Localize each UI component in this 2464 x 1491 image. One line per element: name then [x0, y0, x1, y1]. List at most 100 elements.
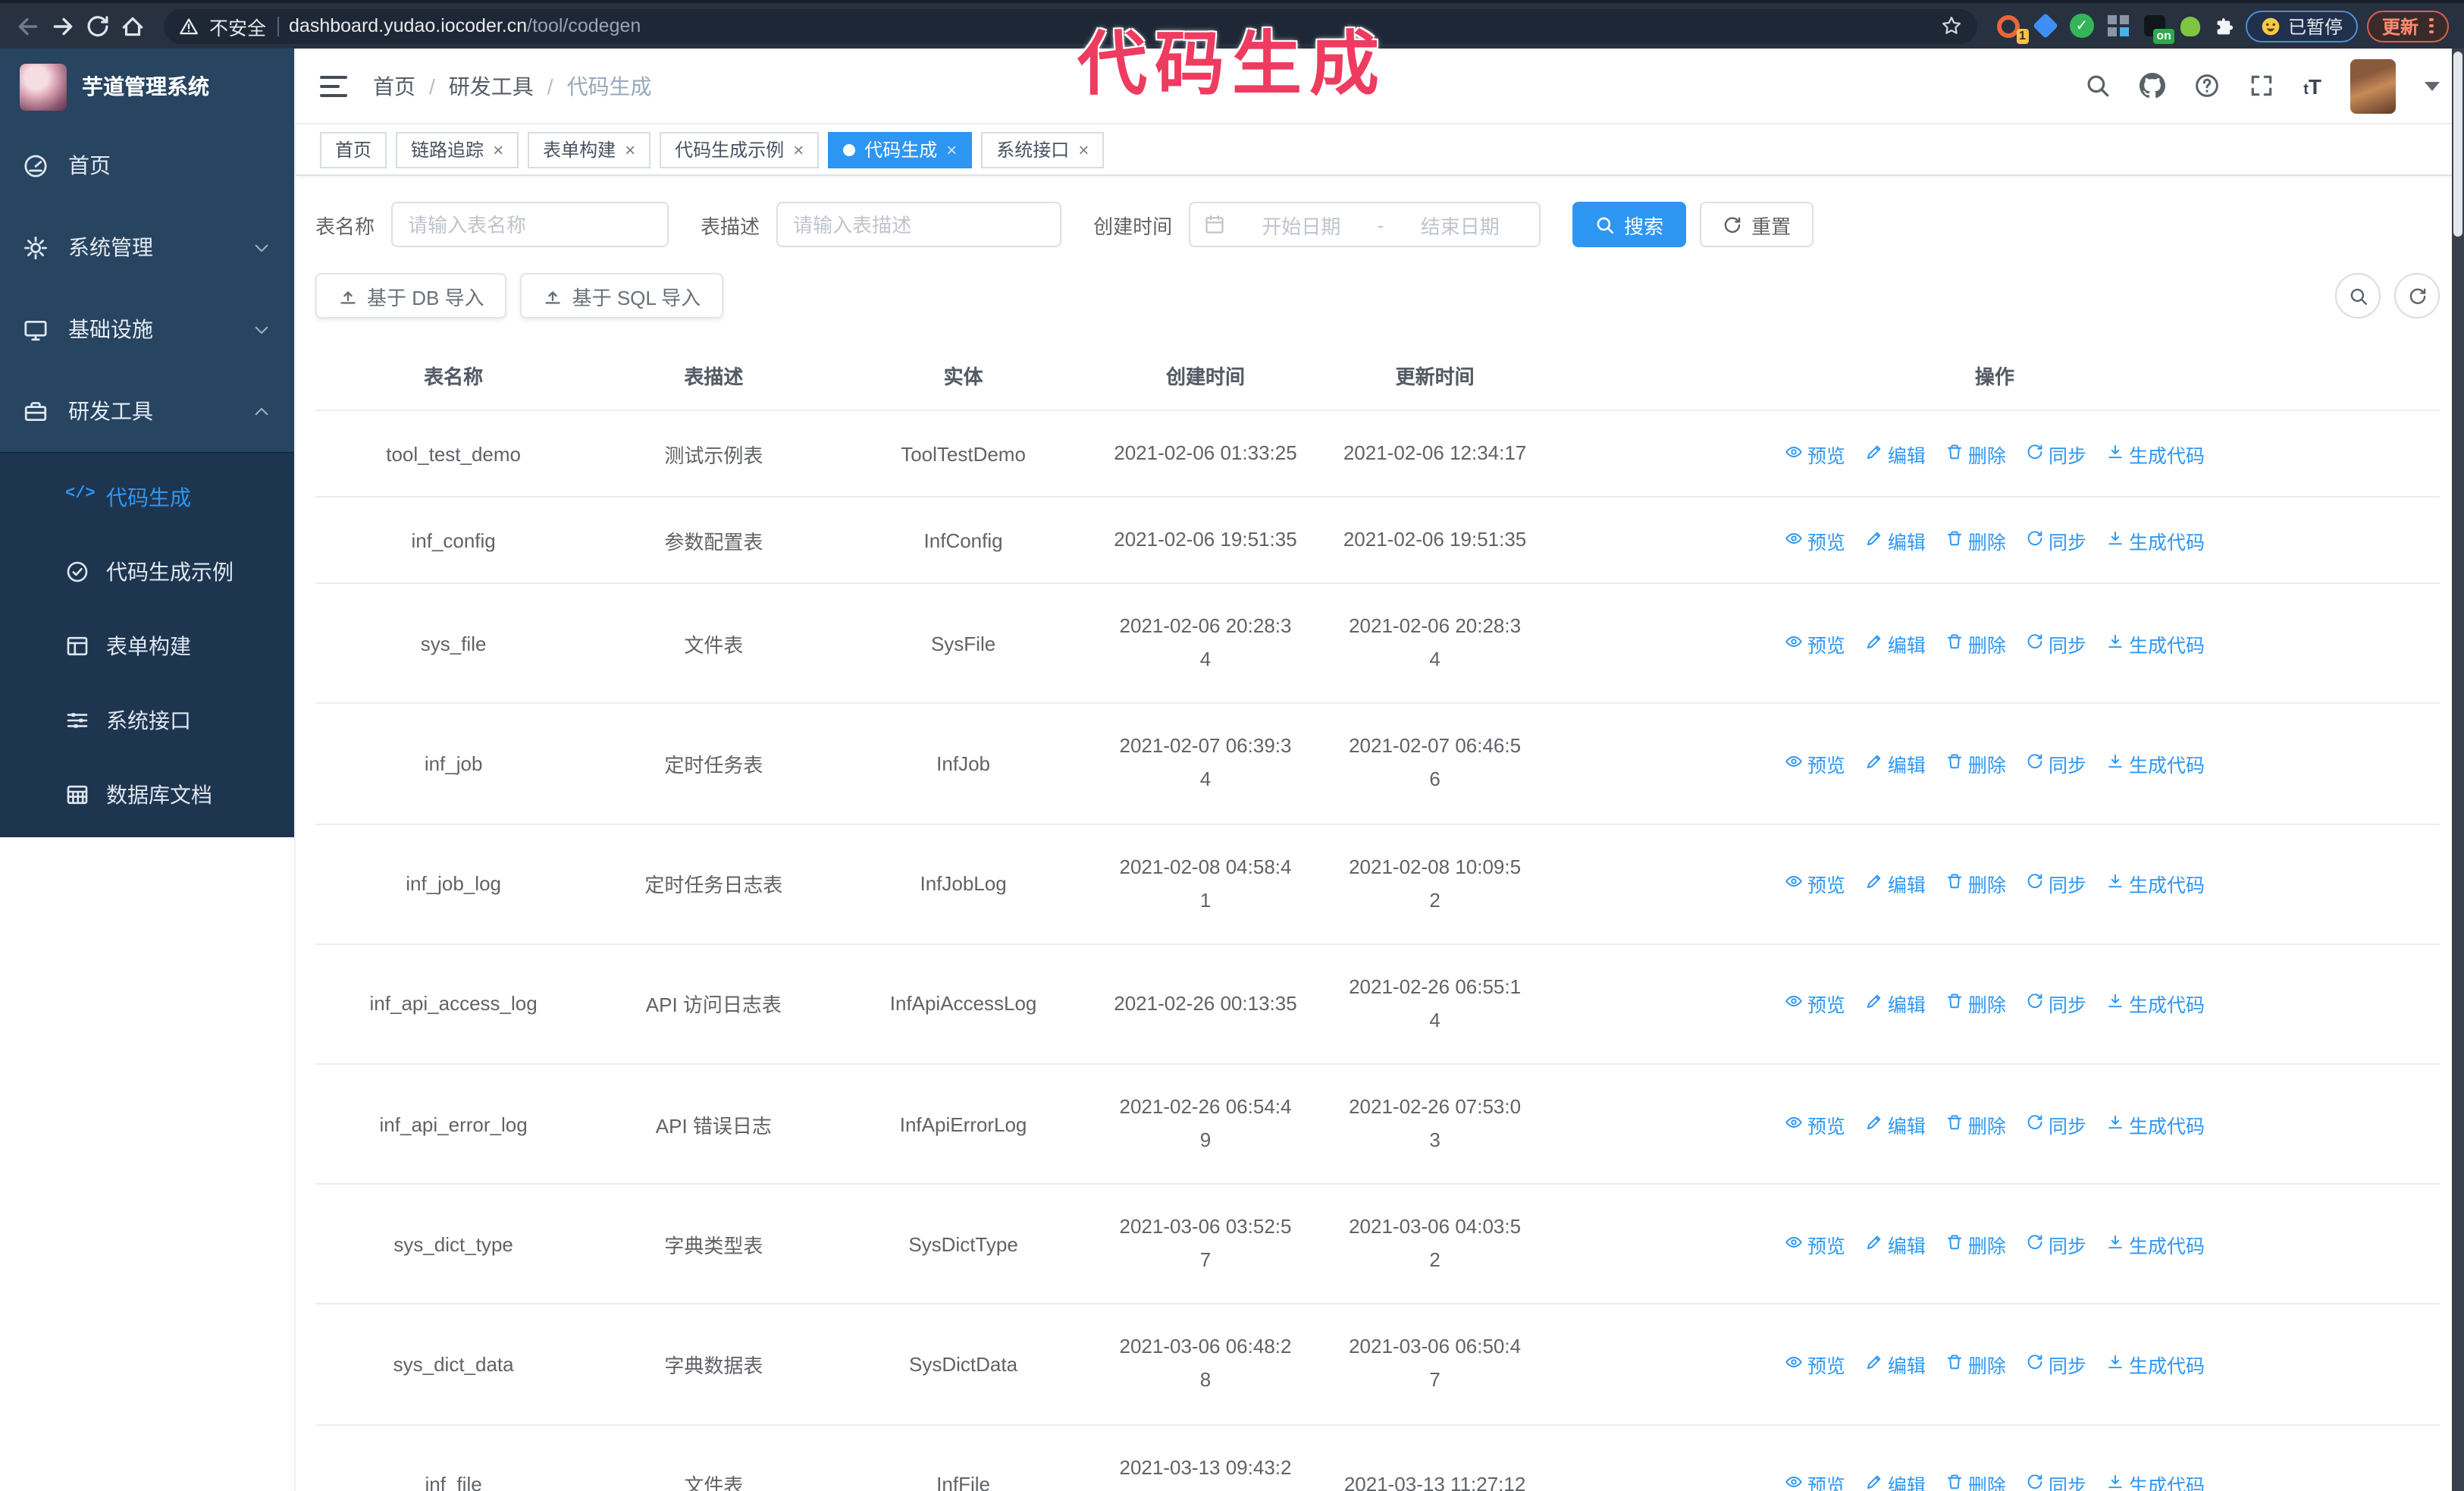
tab-2[interactable]: 表单构建 ×: [528, 131, 651, 168]
generate-code-link[interactable]: 生成代码: [2106, 1229, 2205, 1258]
toggle-search-button[interactable]: [2335, 273, 2381, 319]
user-menu-caret-icon[interactable]: [2425, 81, 2440, 90]
update-button[interactable]: 更新: [2366, 10, 2449, 42]
sync-link[interactable]: 同步: [2026, 629, 2086, 658]
table-desc-input[interactable]: [776, 202, 1062, 247]
delete-link[interactable]: 删除: [1945, 1470, 2006, 1491]
preview-link[interactable]: 预览: [1785, 869, 1845, 898]
bookmark-star-icon[interactable]: [1941, 15, 1962, 36]
sync-link[interactable]: 同步: [2026, 1470, 2086, 1491]
home-icon[interactable]: [120, 13, 146, 39]
import-sql-button[interactable]: 基于 SQL 导入: [520, 273, 724, 319]
extension-switch-icon[interactable]: on: [2141, 12, 2174, 44]
tab-3[interactable]: 代码生成示例 ×: [660, 131, 820, 168]
delete-link[interactable]: 删除: [1945, 749, 2006, 778]
avatar[interactable]: [2350, 58, 2396, 113]
edit-link[interactable]: 编辑: [1865, 749, 1926, 778]
extension-oclock-icon[interactable]: 1: [1995, 12, 2029, 44]
generate-code-link[interactable]: 生成代码: [2106, 869, 2205, 898]
sync-link[interactable]: 同步: [2026, 1229, 2086, 1258]
tab-close-icon[interactable]: ×: [946, 140, 957, 159]
sync-link[interactable]: 同步: [2026, 990, 2086, 1019]
generate-code-link[interactable]: 生成代码: [2106, 526, 2205, 554]
github-icon[interactable]: [2140, 73, 2166, 99]
breadcrumb-home[interactable]: 首页: [373, 71, 415, 101]
reload-icon[interactable]: [85, 13, 111, 39]
edit-link[interactable]: 编辑: [1865, 1229, 1926, 1258]
generate-code-link[interactable]: 生成代码: [2106, 439, 2205, 468]
tab-1[interactable]: 链路追踪 ×: [396, 131, 519, 168]
sync-link[interactable]: 同步: [2026, 869, 2086, 898]
delete-link[interactable]: 删除: [1945, 1350, 2006, 1379]
preview-link[interactable]: 预览: [1785, 1470, 1845, 1491]
sync-link[interactable]: 同步: [2026, 1110, 2086, 1138]
preview-link[interactable]: 预览: [1785, 439, 1845, 468]
import-db-button[interactable]: 基于 DB 导入: [315, 273, 507, 319]
edit-link[interactable]: 编辑: [1865, 526, 1926, 554]
edit-link[interactable]: 编辑: [1865, 869, 1926, 898]
edit-link[interactable]: 编辑: [1865, 439, 1926, 468]
edit-link[interactable]: 编辑: [1865, 629, 1926, 658]
delete-link[interactable]: 删除: [1945, 1229, 2006, 1258]
edit-link[interactable]: 编辑: [1865, 1350, 1926, 1379]
sync-link[interactable]: 同步: [2026, 1350, 2086, 1379]
sync-link[interactable]: 同步: [2026, 439, 2086, 468]
sidebar-subitem-4[interactable]: 数据库文档: [0, 757, 294, 831]
delete-link[interactable]: 删除: [1945, 526, 2006, 554]
insecure-warning-icon[interactable]: [179, 16, 199, 36]
preview-link[interactable]: 预览: [1785, 1110, 1845, 1138]
delete-link[interactable]: 删除: [1945, 990, 2006, 1019]
sidebar-subitem-0[interactable]: </> 代码生成: [0, 460, 294, 534]
edit-link[interactable]: 编辑: [1865, 990, 1926, 1019]
preview-link[interactable]: 预览: [1785, 526, 1845, 554]
sidebar-item-3[interactable]: 研发工具: [0, 370, 294, 452]
sidebar-subitem-1[interactable]: 代码生成示例: [0, 534, 294, 608]
sync-link[interactable]: 同步: [2026, 526, 2086, 554]
edit-link[interactable]: 编辑: [1865, 1110, 1926, 1138]
delete-link[interactable]: 删除: [1945, 439, 2006, 468]
preview-link[interactable]: 预览: [1785, 990, 1845, 1019]
fullscreen-icon[interactable]: [2249, 73, 2274, 99]
sync-link[interactable]: 同步: [2026, 749, 2086, 778]
table-name-input[interactable]: [391, 202, 669, 247]
preview-link[interactable]: 预览: [1785, 1229, 1845, 1258]
address-bar[interactable]: 不安全 dashboard.yudao.iocoder.cn/tool/code…: [164, 8, 1977, 43]
generate-code-link[interactable]: 生成代码: [2106, 1470, 2205, 1491]
page-scrollbar[interactable]: [2452, 49, 2464, 1491]
extension-gem-icon[interactable]: [2032, 12, 2059, 39]
paused-badge[interactable]: 已暂停: [2245, 10, 2358, 42]
forward-icon[interactable]: [50, 13, 76, 39]
extension-alien-icon[interactable]: [2177, 12, 2205, 39]
preview-link[interactable]: 预览: [1785, 749, 1845, 778]
browser-menu-icon[interactable]: [2429, 16, 2434, 36]
breadcrumb-tools[interactable]: 研发工具: [449, 71, 534, 101]
generate-code-link[interactable]: 生成代码: [2106, 990, 2205, 1019]
sidebar-logo[interactable]: 芋道管理系统: [0, 49, 294, 124]
sidebar-item-0[interactable]: 首页: [0, 124, 294, 206]
sidebar-item-1[interactable]: 系统管理: [0, 206, 294, 288]
sidebar-subitem-3[interactable]: 系统接口: [0, 683, 294, 757]
edit-link[interactable]: 编辑: [1865, 1470, 1926, 1491]
extension-check-icon[interactable]: ✓: [2068, 12, 2096, 39]
delete-link[interactable]: 删除: [1945, 869, 2006, 898]
sidebar-subitem-2[interactable]: 表单构建: [0, 608, 294, 683]
reset-button[interactable]: 重置: [1700, 202, 1814, 247]
delete-link[interactable]: 删除: [1945, 629, 2006, 658]
tab-close-icon[interactable]: ×: [793, 140, 804, 159]
generate-code-link[interactable]: 生成代码: [2106, 1110, 2205, 1138]
back-icon[interactable]: [15, 13, 41, 39]
extensions-puzzle-icon[interactable]: [2214, 14, 2237, 37]
generate-code-link[interactable]: 生成代码: [2106, 749, 2205, 778]
delete-link[interactable]: 删除: [1945, 1110, 2006, 1138]
preview-link[interactable]: 预览: [1785, 1350, 1845, 1379]
hamburger-icon[interactable]: [320, 75, 347, 96]
search-icon[interactable]: [2085, 73, 2111, 99]
generate-code-link[interactable]: 生成代码: [2106, 629, 2205, 658]
help-icon[interactable]: [2194, 73, 2220, 99]
date-range-picker[interactable]: 开始日期 - 结束日期: [1189, 202, 1541, 247]
extension-grid-icon[interactable]: [2105, 12, 2132, 39]
preview-link[interactable]: 预览: [1785, 629, 1845, 658]
search-button[interactable]: 搜索: [1572, 202, 1687, 247]
font-size-icon[interactable]: tT: [2303, 74, 2321, 98]
refresh-table-button[interactable]: [2394, 273, 2440, 319]
